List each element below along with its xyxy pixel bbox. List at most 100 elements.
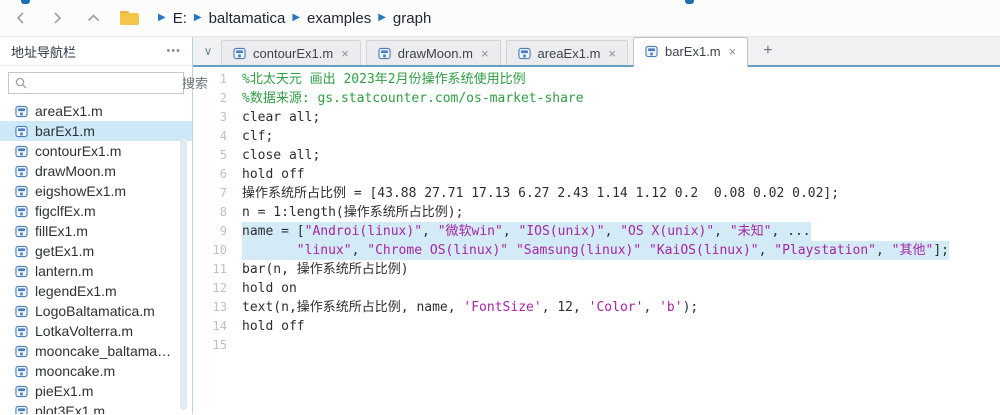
code-segment-string: "KaiOS(linux)" (649, 243, 759, 258)
tab-overflow-button[interactable]: ∨ (195, 44, 221, 58)
file-item[interactable]: legendEx1.m (0, 281, 192, 301)
line-number: 4 (193, 127, 227, 146)
code-segment-string: "Androi(linux)" (305, 224, 422, 239)
code-line[interactable]: 6hold off (193, 165, 1000, 184)
file-name: legendEx1.m (35, 283, 117, 299)
m-file-icon (15, 145, 28, 158)
tab-barEx1.m[interactable]: barEx1.m× (633, 37, 748, 67)
sidebar-title: 地址导航栏 (11, 42, 76, 61)
code-text: close all; (242, 146, 320, 165)
code-line[interactable]: 1%北太天元 画出 2023年2月份操作系统使用比例 (193, 70, 1000, 89)
code-segment-plain: , (422, 224, 438, 239)
file-name: fillEx1.m (35, 223, 88, 239)
line-number: 3 (193, 108, 227, 127)
line-number: 7 (193, 184, 227, 203)
sidebar-menu-button[interactable]: ••• (166, 45, 181, 57)
m-file-icon (518, 47, 531, 60)
tab-areaEx1.m[interactable]: areaEx1.m× (506, 40, 628, 65)
up-directory-button[interactable] (84, 9, 102, 27)
file-item[interactable]: getEx1.m (0, 241, 192, 261)
file-list: areaEx1.m barEx1.m contourEx1.mdrawMoon.m e… (0, 98, 192, 414)
sidebar-header: 地址导航栏 ••• (0, 37, 192, 66)
file-item[interactable]: mooncake_baltama… (0, 341, 192, 361)
file-item[interactable]: LogoBaltamatica.m (0, 301, 192, 321)
file-name: LotkaVolterra.m (35, 323, 133, 339)
code-line[interactable]: 3 clear all; (193, 108, 1000, 127)
file-item[interactable]: drawMoon.m (0, 161, 192, 181)
tab-close-icon[interactable]: × (729, 44, 737, 59)
file-item[interactable]: plot3Ex1.m (0, 401, 192, 414)
tab-close-icon[interactable]: × (341, 46, 349, 61)
m-file-icon (15, 365, 28, 378)
code-segment-plain: , ... (771, 224, 810, 239)
file-item[interactable]: mooncake.m (0, 361, 192, 381)
folder-icon[interactable] (120, 10, 140, 26)
file-name: plot3Ex1.m (35, 403, 105, 414)
code-text: hold off (242, 165, 305, 184)
code-line[interactable]: 15 (193, 336, 1000, 355)
code-segment-plain: ]; (933, 243, 949, 258)
line-number: 2 (193, 89, 227, 108)
file-name: barEx1.m (35, 123, 95, 139)
tab-contourEx1.m[interactable]: contourEx1.m × (221, 40, 361, 65)
code-line[interactable]: 8n = 1:length(操作系统所占比例); (193, 203, 1000, 222)
breadcrumb-item[interactable]: baltamatica (209, 10, 286, 27)
code-line[interactable]: 4clf; (193, 127, 1000, 146)
code-segment-plain (242, 243, 297, 258)
sidebar-scrollbar[interactable] (180, 138, 187, 410)
file-name: areaEx1.m (35, 103, 103, 119)
code-segment-plain: hold off (242, 319, 305, 334)
line-number: 13 (193, 298, 227, 317)
chevron-right-icon (51, 12, 63, 24)
forward-button[interactable] (48, 9, 66, 27)
back-button[interactable] (12, 9, 30, 27)
search-input[interactable] (32, 76, 208, 91)
code-editor[interactable]: 1%北太天元 画出 2023年2月份操作系统使用比例2 %数据来源: gs.sta… (193, 67, 1000, 414)
new-tab-button[interactable]: + (753, 42, 782, 60)
tab-label: drawMoon.m (398, 46, 473, 61)
code-line[interactable]: 10 "linux", "Chrome OS(linux)" "Samsung(… (193, 241, 1000, 260)
code-line[interactable]: 13text(n,操作系统所占比例, name, 'FontSize', 12,… (193, 298, 1000, 317)
code-line[interactable]: 14hold off (193, 317, 1000, 336)
file-item[interactable]: barEx1.m (0, 121, 192, 141)
chevron-left-icon (15, 12, 27, 24)
file-item[interactable]: eigshowEx1.m (0, 181, 192, 201)
m-file-icon (15, 325, 28, 338)
code-line[interactable]: 9name = ["Androi(linux)", "微软win", "IOS(… (193, 222, 1000, 241)
code-segment-plain: n = 1:length(操作系统所占比例); (242, 205, 463, 220)
tab-label: contourEx1.m (253, 46, 333, 61)
file-item[interactable]: figclfEx.m (0, 201, 192, 221)
code-segment-plain: close all; (242, 148, 320, 163)
m-file-icon (233, 47, 246, 60)
code-segment-plain: clear all; (242, 110, 320, 125)
code-line[interactable]: 5close all; (193, 146, 1000, 165)
file-item[interactable]: LotkaVolterra.m (0, 321, 192, 341)
breadcrumb-item[interactable]: graph (393, 10, 431, 27)
file-item[interactable]: lantern.m (0, 261, 192, 281)
file-name: eigshowEx1.m (35, 183, 126, 199)
breadcrumb-item[interactable]: E: (173, 10, 187, 27)
code-line[interactable]: 7操作系统所占比例 = [43.88 27.71 17.13 6.27 2.43… (193, 184, 1000, 203)
breadcrumb-item[interactable]: examples (307, 10, 371, 27)
file-item[interactable]: fillEx1.m (0, 221, 192, 241)
code-segment-string: "linux" (297, 243, 352, 258)
breadcrumb: ▶E:▶baltamatica▶examples▶graph (158, 10, 431, 27)
code-line[interactable]: 2 %数据来源: gs.statcounter.com/os-market-sha… (193, 89, 1000, 108)
code-segment-comment: %数据来源: gs.statcounter.com/os-market-shar… (242, 91, 584, 106)
code-segment-plain: , (503, 224, 519, 239)
code-line[interactable]: 12hold on (193, 279, 1000, 298)
file-item[interactable]: pieEx1.m (0, 381, 192, 401)
tab-close-icon[interactable]: × (608, 46, 616, 61)
m-file-icon (15, 105, 28, 118)
file-item[interactable]: contourEx1.m (0, 141, 192, 161)
path-toolbar: ▶E:▶baltamatica▶examples▶graph (0, 0, 1000, 37)
file-item[interactable]: areaEx1.m (0, 101, 192, 121)
code-line[interactable]: 11bar(n, 操作系统所占比例) (193, 260, 1000, 279)
code-segment-plain: hold off (242, 167, 305, 182)
tab-drawMoon.m[interactable]: drawMoon.m × (366, 40, 501, 65)
file-name: LogoBaltamatica.m (35, 303, 155, 319)
line-number: 9 (193, 222, 227, 241)
tab-close-icon[interactable]: × (481, 46, 489, 61)
line-number: 15 (193, 336, 227, 355)
tab-bar: ∨ contourEx1.m×drawMoon.m×areaEx1.m×barE… (193, 37, 1000, 67)
